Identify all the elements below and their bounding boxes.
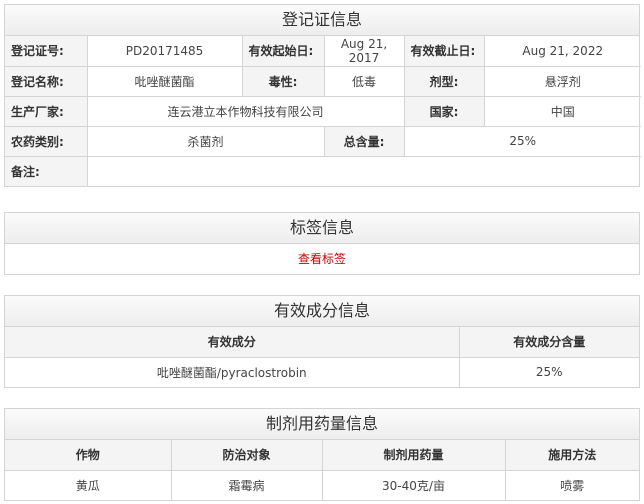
dosage-cell: 30-40克/亩 — [321, 469, 506, 500]
end-date-value: Aug 21, 2022 — [483, 36, 641, 67]
formulation-value: 悬浮剂 — [483, 65, 641, 97]
reg-no-label: 登记证号: — [5, 36, 88, 67]
maker-value: 连云港立本作物科技有限公司 — [86, 95, 405, 127]
name-value: 吡唑醚菌酯 — [86, 65, 243, 97]
country-value: 中国 — [483, 95, 641, 127]
crop-header: 作物 — [5, 440, 172, 471]
name-label: 登记名称: — [5, 65, 88, 97]
start-date-label: 有效起始日: — [241, 36, 325, 67]
method-cell: 喷雾 — [504, 469, 639, 500]
ingredients-table: 有效成分 有效成分含量 吡唑醚菌酯/pyraclostrobin 25% — [5, 327, 639, 387]
toxicity-value: 低毒 — [323, 65, 405, 97]
dosage-panel: 制剂用药量信息 作物 防治对象 制剂用药量 施用方法 黄瓜 霜霉病 30-40克… — [4, 408, 640, 501]
registration-title: 登记证信息 — [5, 5, 639, 36]
total-content-value: 25% — [403, 125, 641, 157]
label-title: 标签信息 — [5, 213, 639, 244]
dosage-header: 制剂用药量 — [321, 440, 506, 471]
country-label: 国家: — [403, 95, 485, 127]
ingredient-name: 吡唑醚菌酯/pyraclostrobin — [5, 356, 460, 387]
remark-label: 备注: — [5, 155, 88, 186]
label-panel: 标签信息 查看标签 — [4, 212, 640, 275]
start-date-value: Aug 21, 2017 — [323, 36, 405, 67]
table-row: 黄瓜 霜霉病 30-40克/亩 喷雾 — [5, 469, 639, 500]
registration-table: 登记证号: PD20171485 有效起始日: Aug 21, 2017 有效截… — [5, 36, 641, 186]
toxicity-label: 毒性: — [241, 65, 325, 97]
total-content-label: 总含量: — [323, 125, 405, 157]
end-date-label: 有效截止日: — [403, 36, 485, 67]
category-value: 杀菌剂 — [86, 125, 325, 157]
dosage-title: 制剂用药量信息 — [5, 409, 639, 440]
ingredient-content-header: 有效成分含量 — [458, 327, 639, 358]
category-label: 农药类别: — [5, 125, 88, 157]
registration-panel: 登记证信息 登记证号: PD20171485 有效起始日: Aug 21, 20… — [4, 4, 641, 187]
target-cell: 霜霉病 — [170, 469, 323, 500]
ingredient-content: 25% — [458, 356, 639, 387]
ingredients-panel: 有效成分信息 有效成分 有效成分含量 吡唑醚菌酯/pyraclostrobin … — [4, 295, 640, 388]
reg-no-value: PD20171485 — [86, 36, 243, 67]
dosage-table: 作物 防治对象 制剂用药量 施用方法 黄瓜 霜霉病 30-40克/亩 喷雾 — [5, 440, 639, 500]
ingredient-header: 有效成分 — [5, 327, 460, 358]
method-header: 施用方法 — [504, 440, 639, 471]
crop-cell: 黄瓜 — [5, 469, 172, 500]
target-header: 防治对象 — [170, 440, 323, 471]
view-label-link[interactable]: 查看标签 — [5, 244, 639, 274]
table-row: 吡唑醚菌酯/pyraclostrobin 25% — [5, 356, 639, 387]
remark-value — [86, 155, 641, 186]
maker-label: 生产厂家: — [5, 95, 88, 127]
formulation-label: 剂型: — [403, 65, 485, 97]
ingredients-title: 有效成分信息 — [5, 296, 639, 327]
